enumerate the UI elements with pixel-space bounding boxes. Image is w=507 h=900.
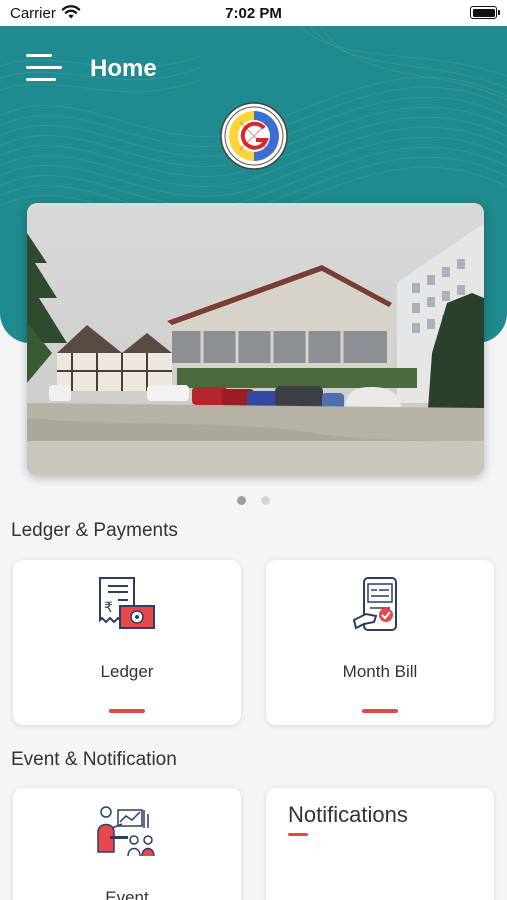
club-logo bbox=[220, 102, 288, 170]
menu-line bbox=[26, 54, 52, 57]
event-card[interactable]: Event bbox=[13, 788, 241, 900]
event-label: Event bbox=[105, 888, 149, 900]
hamburger-menu-icon[interactable] bbox=[26, 54, 64, 84]
ledger-label: Ledger bbox=[100, 662, 154, 681]
event-people-icon bbox=[96, 802, 158, 865]
image-carousel[interactable] bbox=[27, 203, 484, 475]
card-accent-bar bbox=[362, 709, 398, 713]
ledger-receipt-icon: ₹ bbox=[96, 574, 158, 639]
menu-line bbox=[26, 78, 56, 81]
notifications-title: Notifications bbox=[288, 802, 408, 827]
section-title-ledger: Ledger & Payments bbox=[11, 520, 178, 541]
menu-line bbox=[26, 66, 62, 69]
card-accent-bar bbox=[109, 709, 145, 713]
page-title: Home bbox=[90, 55, 157, 82]
svg-text:₹: ₹ bbox=[104, 600, 113, 616]
carousel-dot[interactable] bbox=[260, 496, 270, 505]
section-title-events: Event & Notification bbox=[11, 749, 177, 770]
battery-icon bbox=[470, 6, 500, 19]
carousel-page-indicator[interactable] bbox=[0, 492, 507, 510]
card-accent-bar bbox=[288, 833, 308, 836]
notifications-card[interactable]: Notifications bbox=[266, 788, 494, 900]
month-bill-label: Month Bill bbox=[342, 662, 418, 681]
month-bill-card[interactable]: Month Bill bbox=[266, 560, 494, 725]
month-bill-icon bbox=[352, 574, 408, 639]
carousel-dot-active[interactable] bbox=[237, 496, 247, 505]
status-time: 7:02 PM bbox=[225, 5, 282, 22]
status-bar: Carrier 7:02 PM bbox=[0, 0, 507, 26]
ledger-card[interactable]: ₹ Ledger bbox=[13, 560, 241, 725]
building-photo bbox=[27, 203, 484, 475]
